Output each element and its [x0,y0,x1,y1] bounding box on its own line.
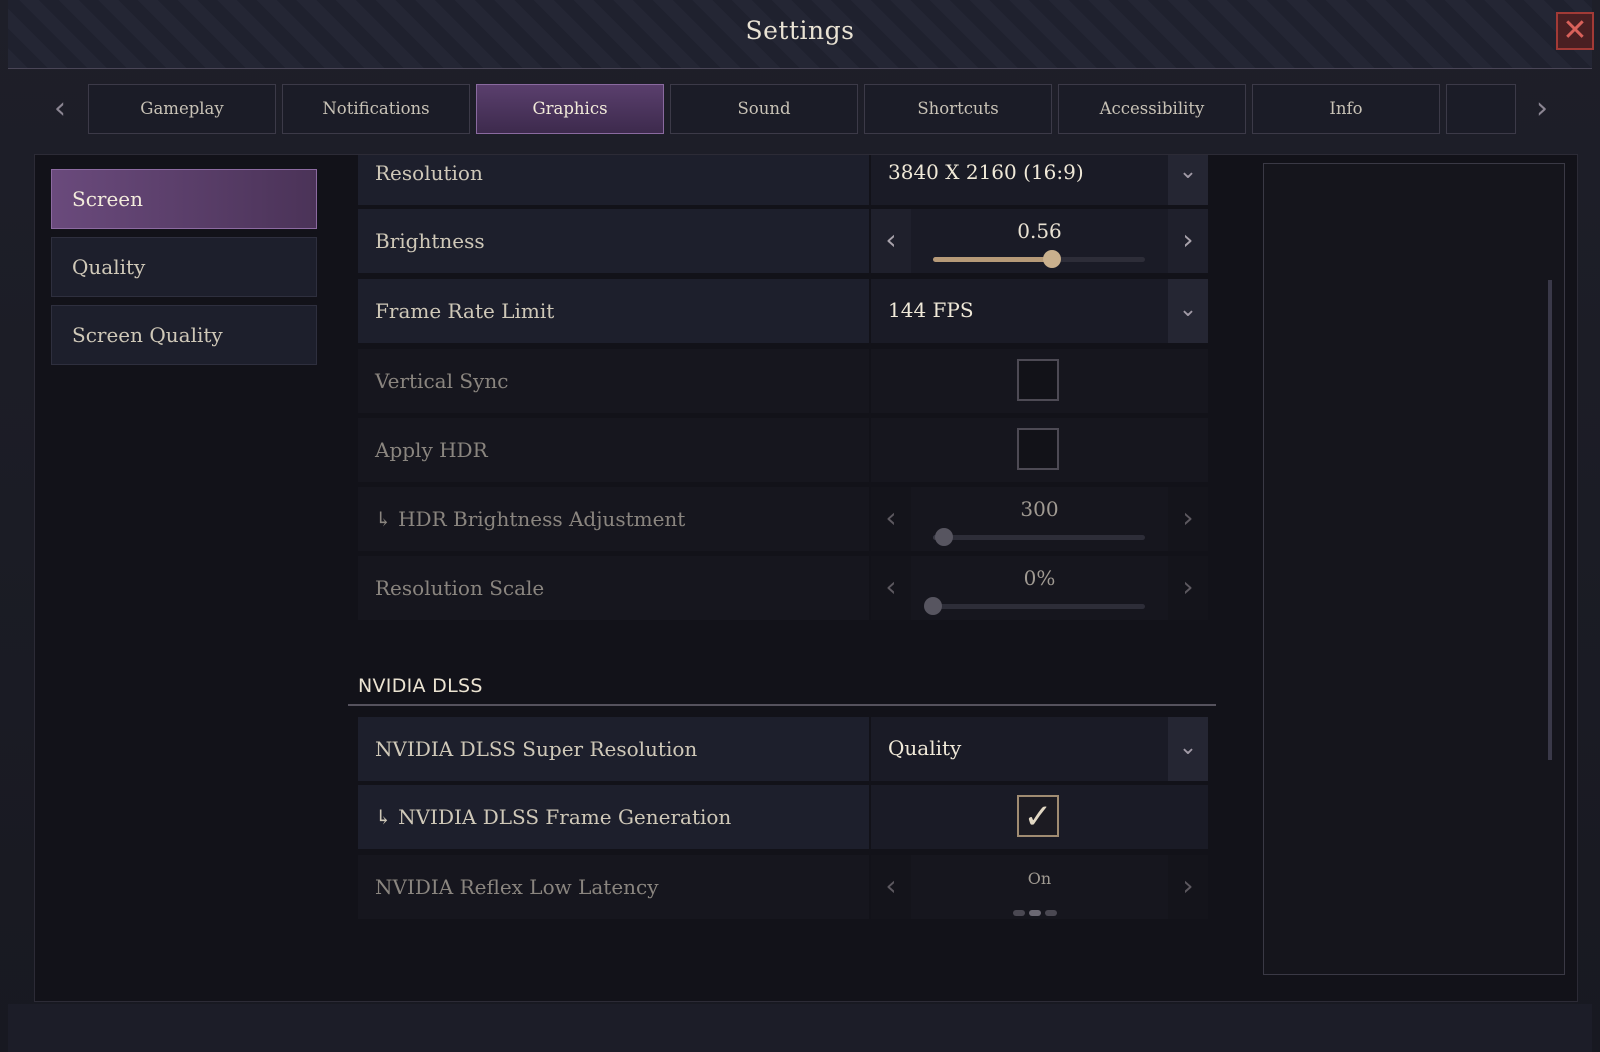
checkbox-cell [871,418,1208,482]
arrow-left-icon[interactable]: ‹ [871,487,911,551]
arrow-left-icon[interactable]: ‹ [871,209,911,273]
sidebar-item-screen[interactable]: Screen [51,169,317,229]
scrollbar[interactable] [1548,280,1552,760]
setting-label: ↳ HDR Brightness Adjustment [358,487,869,551]
tab-info[interactable]: Info [1252,84,1440,134]
setting-apply-hdr: Apply HDR [358,418,1208,482]
hdr-brightness-slider-control: ‹ 300 › [871,487,1208,551]
setting-resolution-scale: Resolution Scale ‹ 0% › [358,556,1208,620]
tab-graphics[interactable]: Graphics [476,84,664,134]
arrow-right-icon[interactable]: › [1168,556,1208,620]
frame-rate-dropdown[interactable]: 144 FPS ⌄ [871,279,1208,343]
chevron-down-icon: ⌄ [1168,279,1208,343]
vertical-sync-checkbox[interactable] [1017,359,1059,401]
slider-value: 300 [1020,497,1059,521]
setting-label: NVIDIA Reflex Low Latency [358,855,869,919]
section-title-nvidia-dlss: NVIDIA DLSS [358,675,483,697]
window-title: Settings [745,16,855,45]
setting-vertical-sync: Vertical Sync [358,349,1208,413]
setting-label: NVIDIA DLSS Super Resolution [358,717,869,781]
setting-label: Apply HDR [358,418,869,482]
tab-bar: ‹ Gameplay Notifications Graphics Sound … [34,80,1574,138]
tab-shortcuts[interactable]: Shortcuts [864,84,1052,134]
setting-brightness: Brightness ‹ 0.56 › [358,209,1208,273]
tab-gameplay[interactable]: Gameplay [88,84,276,134]
setting-label: Brightness [358,209,869,273]
checkbox-cell [871,349,1208,413]
setting-label: Frame Rate Limit [358,279,869,343]
dlss-frame-generation-checkbox[interactable]: ✓ [1017,795,1059,837]
option-dot [1029,910,1041,916]
arrow-left-icon[interactable]: ‹ [871,855,911,919]
option-indicator [1013,901,1061,920]
reflex-selector: ‹ On › [871,855,1208,919]
slider-value: 0% [1023,566,1056,590]
section-divider [348,704,1216,706]
setting-frame-rate-limit: Frame Rate Limit 144 FPS ⌄ [358,279,1208,343]
setting-label: Resolution Scale [358,556,869,620]
slider-track[interactable] [933,250,1145,268]
close-button[interactable]: ✕ [1556,12,1594,50]
slider-fill [933,257,1052,262]
setting-resolution: Resolution 3840 X 2160 (16:9) ⌄ [358,155,1208,205]
slider-track[interactable] [924,597,1145,615]
slider-track[interactable] [933,528,1145,546]
tab-scroll-right-icon[interactable]: › [1516,82,1568,136]
resolution-scale-slider-control: ‹ 0% › [871,556,1208,620]
arrow-right-icon[interactable]: › [1168,487,1208,551]
chevron-down-icon: ⌄ [1168,717,1208,781]
slider-value: 0.56 [1017,219,1062,243]
settings-content: Screen Quality Screen Quality Resolution… [34,154,1578,1002]
dropdown-value: 144 FPS [888,298,974,322]
chevron-down-icon: ⌄ [1168,155,1208,205]
tab-notifications[interactable]: Notifications [282,84,470,134]
setting-label: Vertical Sync [358,349,869,413]
option-dot [1013,910,1025,916]
setting-reflex-low-latency: NVIDIA Reflex Low Latency ‹ On › [358,855,1208,919]
setting-hdr-brightness: ↳ HDR Brightness Adjustment ‹ 300 › [358,487,1208,551]
arrow-right-icon[interactable]: › [1168,855,1208,919]
setting-label: ↳ NVIDIA DLSS Frame Generation [358,785,869,849]
tab-scroll-left-icon[interactable]: ‹ [34,82,86,136]
bottom-bar [8,1004,1592,1052]
sidebar-item-quality[interactable]: Quality [51,237,317,297]
checkbox-cell: ✓ [871,785,1208,849]
slider-handle[interactable] [934,528,953,546]
slider-handle[interactable] [924,597,942,615]
tab-sound[interactable]: Sound [670,84,858,134]
arrow-left-icon[interactable]: ‹ [871,556,911,620]
brightness-slider-control: ‹ 0.56 › [871,209,1208,273]
setting-dlss-super-resolution: NVIDIA DLSS Super Resolution Quality ⌄ [358,717,1208,781]
slider-handle[interactable] [1042,250,1061,268]
check-icon: ✓ [1023,797,1053,837]
dlss-super-resolution-dropdown[interactable]: Quality ⌄ [871,717,1208,781]
close-icon: ✕ [1562,13,1588,48]
tab-overflow[interactable] [1446,84,1516,134]
selector-value: On [1027,869,1052,888]
arrow-right-icon[interactable]: › [1168,209,1208,273]
option-dot [1045,910,1057,916]
preview-panel [1263,163,1565,975]
resolution-dropdown[interactable]: 3840 X 2160 (16:9) ⌄ [871,155,1208,205]
sidebar-item-screen-quality[interactable]: Screen Quality [51,305,317,365]
dropdown-value: 3840 X 2160 (16:9) [888,160,1084,184]
apply-hdr-checkbox[interactable] [1017,428,1059,470]
tab-accessibility[interactable]: Accessibility [1058,84,1246,134]
setting-dlss-frame-generation: ↳ NVIDIA DLSS Frame Generation ✓ [358,785,1208,849]
settings-window: Settings ✕ ‹ Gameplay Notifications Grap… [0,0,1600,1052]
dropdown-value: Quality [888,736,962,760]
setting-label: Resolution [358,155,869,205]
